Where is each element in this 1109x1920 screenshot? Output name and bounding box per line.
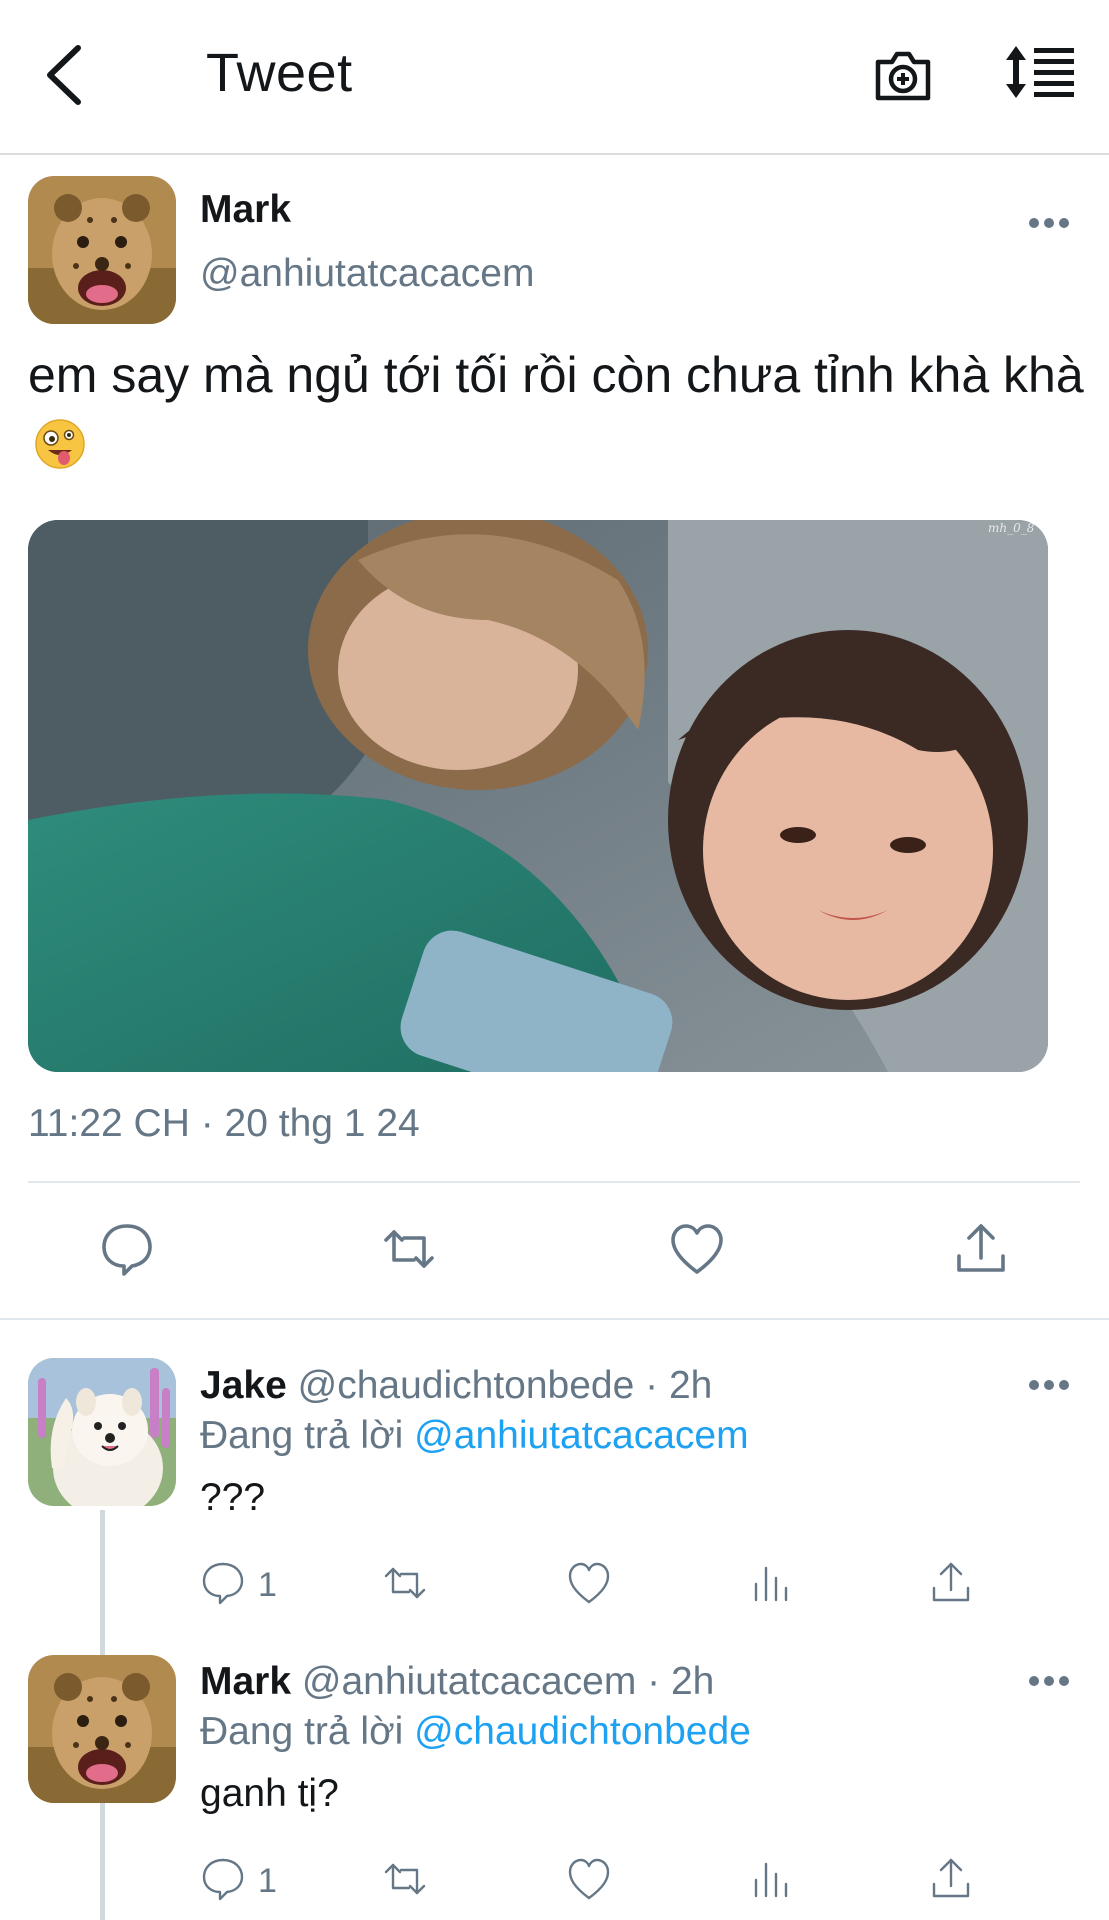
reply-handle-time[interactable]: @anhiutatcacacem · 2h	[302, 1660, 714, 1703]
share-icon[interactable]	[928, 1560, 974, 1606]
reply-icon[interactable]	[200, 1856, 246, 1902]
replying-to: Đang trả lời @anhiutatcacacem	[200, 1414, 749, 1458]
more-options-icon[interactable]	[1028, 1674, 1070, 1688]
retweet-icon[interactable]	[382, 1856, 428, 1902]
avatar[interactable]	[28, 1655, 176, 1803]
page-title: Tweet	[206, 43, 353, 103]
replying-to-link[interactable]: @chaudichtonbede	[414, 1710, 751, 1753]
avatar[interactable]	[28, 1358, 176, 1506]
reply-count: 1	[258, 1862, 277, 1900]
reply-text: ???	[200, 1476, 266, 1519]
zany-face-emoji	[35, 419, 85, 469]
like-icon[interactable]	[566, 1856, 612, 1902]
reply-header: Mark @anhiutatcacacem · 2h	[200, 1660, 714, 1704]
reply-count: 1	[258, 1566, 277, 1604]
avatar[interactable]	[28, 176, 176, 324]
analytics-icon[interactable]	[748, 1560, 794, 1606]
retweet-icon[interactable]	[380, 1220, 438, 1278]
analytics-icon[interactable]	[748, 1856, 794, 1902]
image-watermark: mh_0_8	[988, 521, 1035, 535]
share-icon[interactable]	[928, 1856, 974, 1902]
tweet-image[interactable]: mh_0_8	[28, 520, 1048, 1072]
reply-icon[interactable]	[200, 1560, 246, 1606]
chevron-left-icon[interactable]	[40, 40, 90, 110]
divider	[0, 1318, 1109, 1320]
camera-plus-icon[interactable]	[872, 46, 934, 104]
reply-author-name[interactable]: Mark	[200, 1660, 291, 1703]
retweet-icon[interactable]	[382, 1560, 428, 1606]
tweet-text-content: em say mà ngủ tới tối rồi còn chưa tỉnh …	[28, 347, 1084, 403]
thread-line	[100, 1510, 105, 1655]
author-handle[interactable]: @anhiutatcacacem	[200, 252, 534, 296]
like-icon[interactable]	[668, 1220, 726, 1278]
reply-author-name[interactable]: Jake	[200, 1364, 287, 1407]
replying-to-link[interactable]: @anhiutatcacacem	[414, 1414, 748, 1457]
tweet-text: em say mà ngủ tới tối rồi còn chưa tỉnh …	[28, 340, 1088, 480]
reply-handle-time[interactable]: @chaudichtonbede · 2h	[298, 1364, 713, 1407]
more-options-icon[interactable]	[1028, 1378, 1070, 1392]
replying-to: Đang trả lời @chaudichtonbede	[200, 1710, 751, 1754]
like-icon[interactable]	[566, 1560, 612, 1606]
replying-prefix: Đang trả lời	[200, 1414, 415, 1457]
share-icon[interactable]	[952, 1220, 1010, 1278]
reply-header: Jake @chaudichtonbede · 2h	[200, 1364, 712, 1408]
more-options-icon[interactable]	[1028, 216, 1070, 230]
thread-line	[100, 1803, 105, 1920]
divider	[28, 1181, 1080, 1183]
reply-icon[interactable]	[98, 1220, 156, 1278]
tweet-timestamp: 11:22 CH · 20 thg 1 24	[28, 1102, 420, 1145]
author-name[interactable]: Mark	[200, 188, 291, 232]
sort-list-icon[interactable]	[1004, 44, 1076, 100]
top-bar: Tweet	[0, 0, 1109, 155]
replying-prefix: Đang trả lời	[200, 1710, 415, 1753]
reply-text: ganh tị?	[200, 1772, 339, 1815]
